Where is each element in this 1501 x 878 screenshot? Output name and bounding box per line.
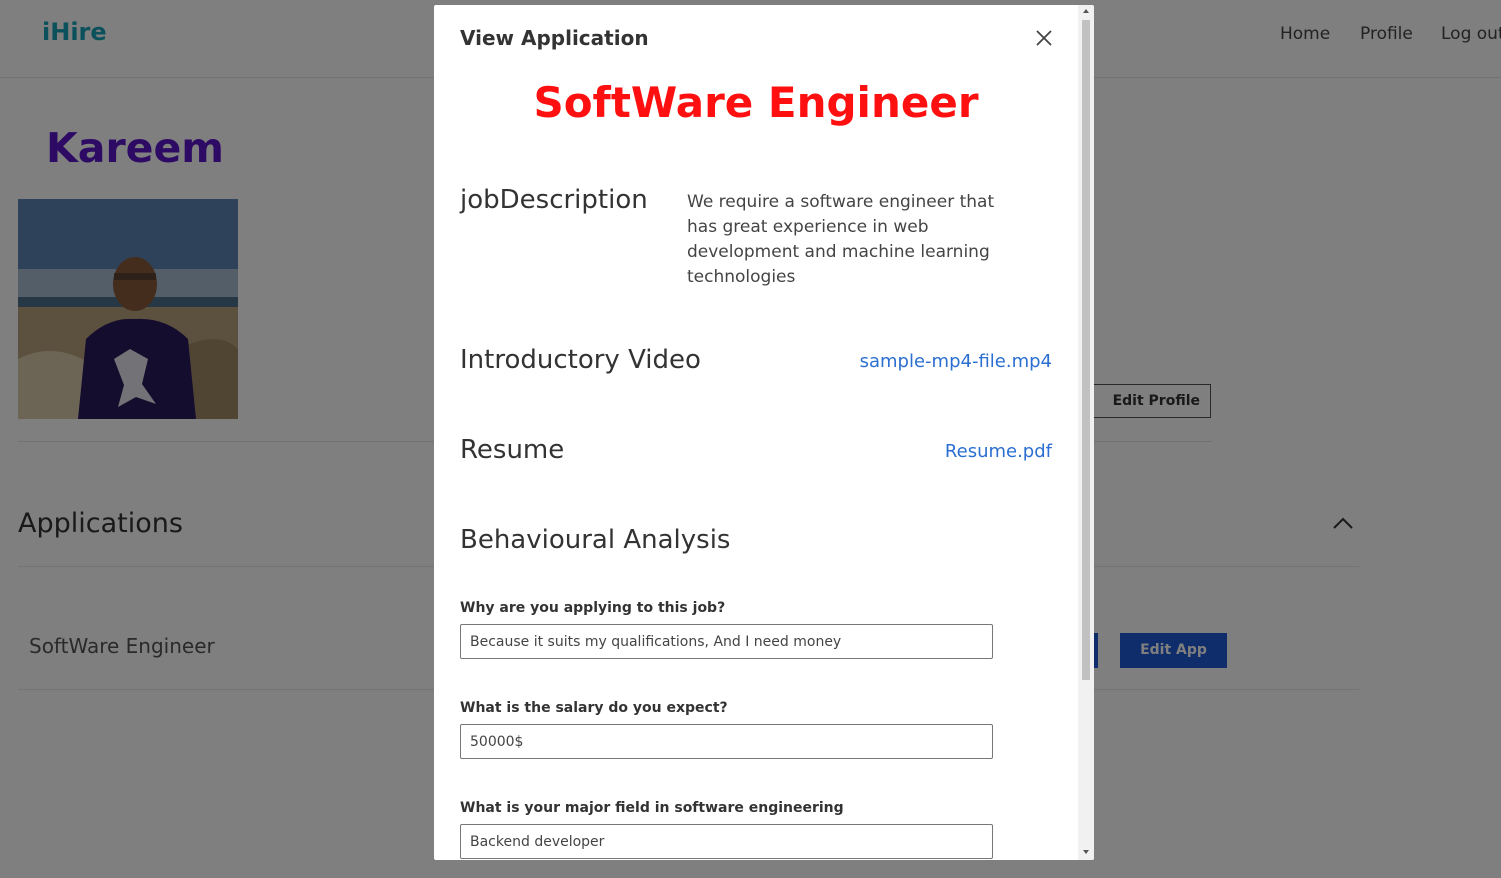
job-description-label: jobDescription (460, 185, 648, 215)
modal-scrollbar[interactable] (1078, 5, 1094, 860)
question-label: What is the salary do you expect? (460, 700, 728, 716)
job-title: SoftWare Engineer (533, 78, 979, 127)
close-icon[interactable] (1035, 29, 1053, 47)
question-answer-input[interactable] (460, 624, 993, 659)
intro-video-link[interactable]: sample-mp4-file.mp4 (860, 351, 1052, 372)
view-application-modal: View Application SoftWare Engineer jobDe… (434, 5, 1094, 860)
scroll-down-arrow-icon[interactable] (1083, 850, 1089, 854)
question-answer-input[interactable] (460, 724, 993, 759)
behavioural-analysis-heading: Behavioural Analysis (460, 525, 731, 555)
resume-label: Resume (460, 435, 565, 465)
question-label: Why are you applying to this job? (460, 600, 726, 616)
job-description-text: We require a software engineer that has … (687, 192, 995, 287)
scrollbar-thumb[interactable] (1082, 20, 1090, 680)
question-label: What is your major field in software eng… (460, 800, 844, 816)
scroll-up-arrow-icon[interactable] (1083, 9, 1089, 13)
question-answer-input[interactable] (460, 824, 993, 859)
intro-video-label: Introductory Video (460, 345, 701, 375)
modal-title: View Application (460, 26, 649, 50)
resume-link[interactable]: Resume.pdf (945, 441, 1052, 462)
